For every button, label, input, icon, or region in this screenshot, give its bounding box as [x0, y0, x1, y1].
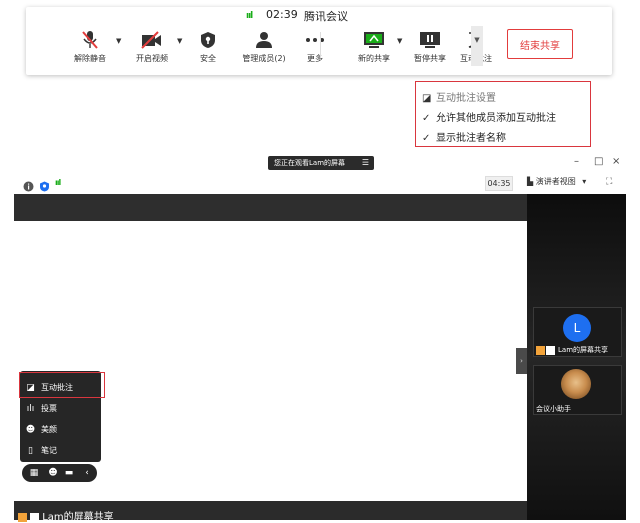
layout-icon: ▙: [527, 177, 536, 186]
collapse-icon[interactable]: ‹: [81, 467, 93, 479]
menu-item-label: 允许其他成员添加互动批注: [436, 113, 556, 124]
signal-strength-icon: ııl: [246, 11, 253, 21]
screen-share-icon: [546, 345, 555, 355]
toolbar-divider: [320, 32, 321, 58]
minimize-button[interactable]: –: [574, 156, 579, 167]
shield-icon: [178, 30, 238, 50]
apps-icon[interactable]: ▦: [28, 467, 40, 479]
annotation-settings-header: ◪ 互动批注设置: [422, 89, 496, 104]
share-source-label: Lam的屏幕共享: [18, 508, 114, 523]
notes-menu-item[interactable]: ▯ 笔记: [25, 445, 57, 456]
avatar: L: [563, 314, 591, 342]
chevron-down-icon: ▾: [582, 177, 587, 186]
avatar: [561, 369, 591, 399]
video-off-icon: [122, 30, 182, 50]
annotation-settings-menu: ◪ 互动批注设置 ✓ 允许其他成员添加互动批注 ✓ 显示批注者名称: [415, 81, 591, 147]
view-mode-selector[interactable]: ▙ 演讲者视图 ▾: [527, 176, 586, 187]
fullscreen-icon[interactable]: ⛶: [606, 177, 612, 187]
annotate-icon: ◪: [422, 93, 432, 104]
emoji-icon[interactable]: ☻: [47, 467, 59, 479]
annotate-highlight-box: [19, 372, 105, 398]
watching-indicator[interactable]: 您正在观看Lam的屏幕 ☰: [268, 156, 374, 170]
meeting-duration: 02:39: [266, 8, 298, 21]
host-icon: [536, 345, 545, 355]
close-button[interactable]: ×: [612, 156, 620, 167]
menu-item-label: 显示批注者名称: [436, 133, 506, 144]
annotate-options-caret[interactable]: ▼: [471, 26, 483, 66]
shared-screen-topbar: [14, 194, 527, 221]
checkmark-icon: ✓: [422, 133, 431, 144]
end-share-button[interactable]: 结束共享: [507, 29, 573, 59]
menu-icon[interactable]: ☰: [362, 158, 369, 167]
poll-icon: ılı: [26, 403, 35, 414]
poll-menu-item[interactable]: ılı 投票: [25, 403, 57, 414]
participant-name-text: Lam的屏幕共享: [558, 346, 609, 354]
share-source-text: Lam的屏幕共享: [42, 512, 114, 523]
new-share-icon: [344, 30, 404, 50]
beauty-icon: ☻: [25, 424, 36, 435]
show-annotator-name-option[interactable]: ✓ 显示批注者名称: [422, 129, 506, 144]
participant-panel: [527, 194, 626, 520]
notes-icon: ▯: [28, 445, 33, 456]
meeting-title: 腾讯会议: [304, 10, 348, 23]
watching-text: 您正在观看Lam的屏幕: [274, 159, 346, 167]
menu-item-label: 笔记: [41, 446, 57, 455]
chat-icon[interactable]: ▬: [63, 467, 75, 479]
checkmark-icon: ✓: [422, 113, 431, 124]
signal-strength-icon: ııl: [55, 178, 61, 187]
user-icon: [18, 512, 27, 522]
maximize-button[interactable]: □: [594, 156, 603, 167]
screen-icon: [30, 512, 40, 522]
share-timer: 04:35: [485, 176, 513, 191]
mic-muted-icon: [60, 30, 120, 50]
more-button[interactable]: 更多: [285, 30, 345, 66]
unmute-button[interactable]: 解除静音: [60, 30, 120, 66]
participant-name: Lam的屏幕共享: [536, 345, 608, 355]
view-mode-label: 演讲者视图: [535, 177, 576, 186]
menu-item-label: 美颜: [41, 425, 57, 434]
beauty-menu-item[interactable]: ☻ 美颜: [25, 424, 57, 435]
menu-item-label: 投票: [41, 404, 57, 413]
menu-item-label: 互动批注设置: [436, 93, 496, 104]
collapse-panel-button[interactable]: ›: [516, 348, 527, 374]
participant-name: 会议小助手: [536, 405, 571, 413]
more-dots-icon: [285, 30, 345, 50]
allow-others-annotate-option[interactable]: ✓ 允许其他成员添加互动批注: [422, 109, 556, 124]
audio-options-caret[interactable]: ▼: [116, 37, 121, 45]
